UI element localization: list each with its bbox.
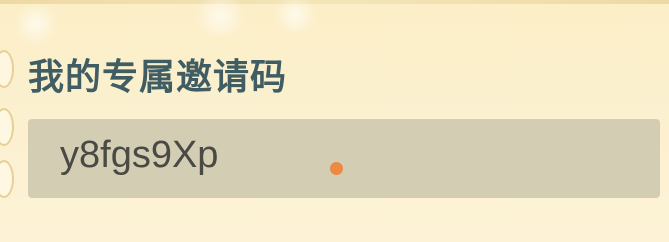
touch-indicator-icon <box>330 162 343 175</box>
invite-code-title: 我的专属邀请码 <box>28 56 288 98</box>
invite-code-value[interactable]: y8fgs9Xp <box>60 134 218 177</box>
flower-pattern-decoration <box>270 0 320 32</box>
panel-top-border <box>0 0 669 4</box>
flower-pattern-decoration <box>14 2 58 46</box>
flower-pattern-decoration <box>190 0 250 36</box>
invite-code-panel: 我的专属邀请码 y8fgs9Xp <box>0 0 669 242</box>
side-ornament <box>0 108 14 146</box>
invite-code-field[interactable]: y8fgs9Xp <box>28 119 660 198</box>
side-ornament <box>0 160 14 198</box>
side-ornament <box>0 50 14 88</box>
